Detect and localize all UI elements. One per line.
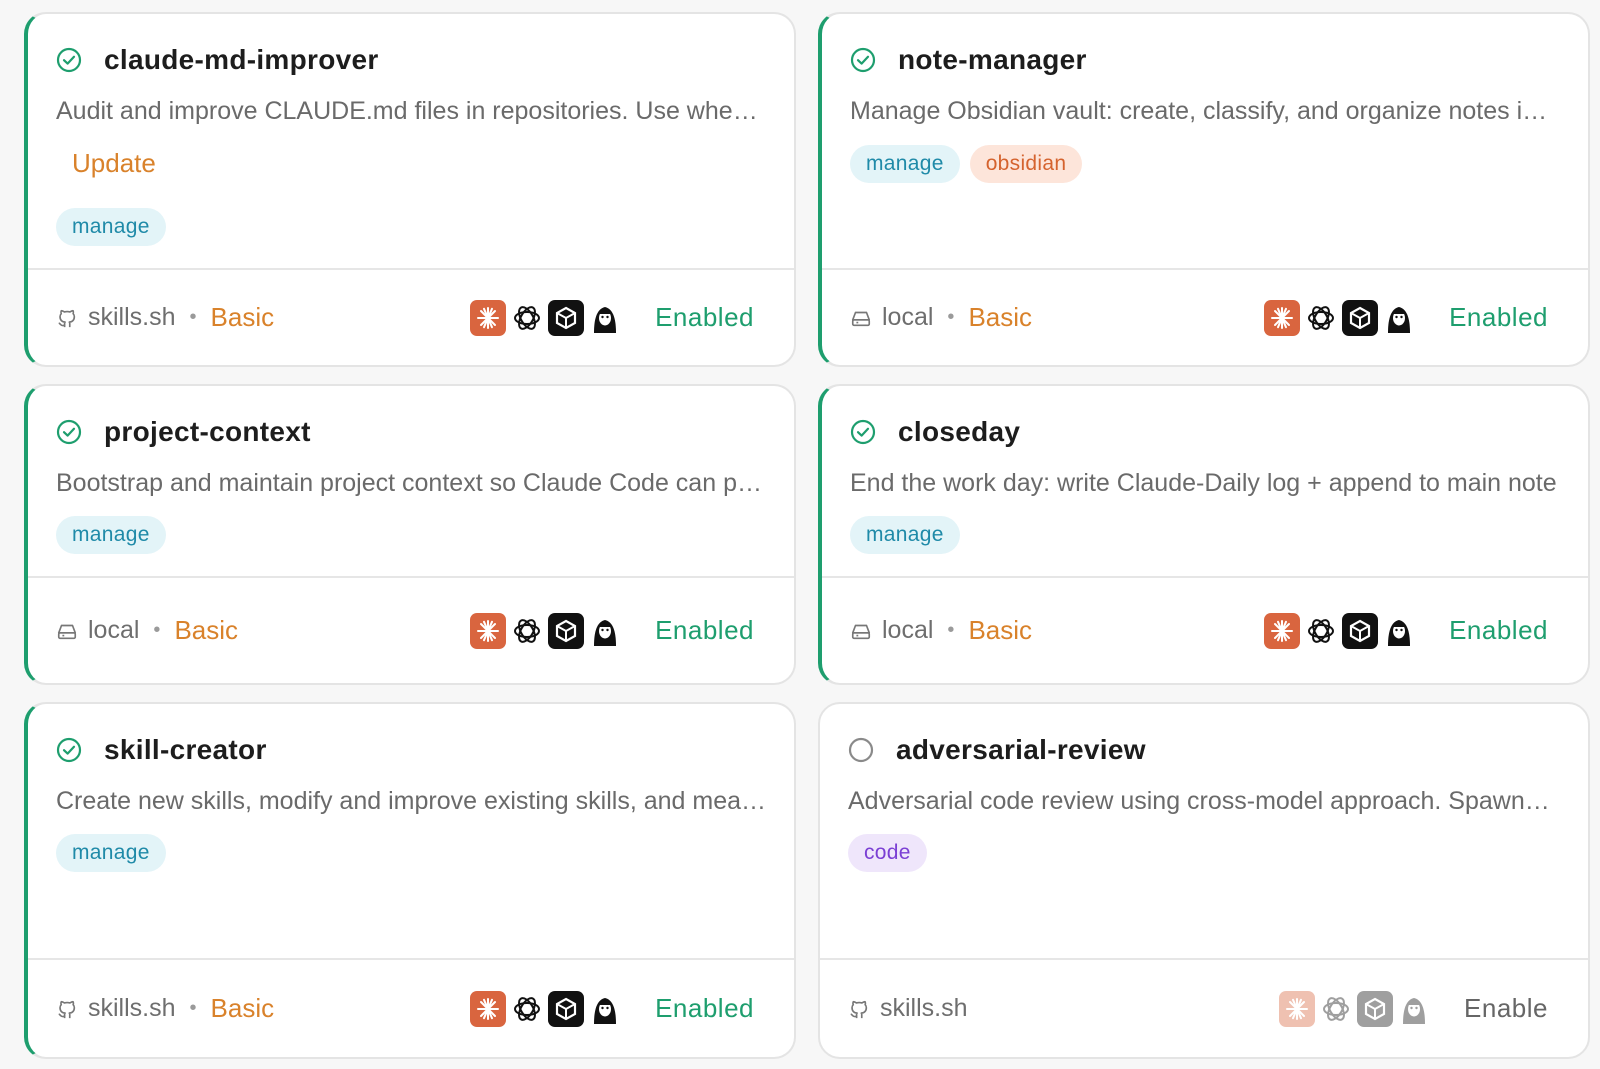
- level-label: Basic: [968, 302, 1033, 332]
- skill-card[interactable]: project-context Bootstrap and maintain p…: [24, 384, 796, 685]
- separator-dot: •: [947, 619, 955, 641]
- tag-obsidian[interactable]: obsidian: [969, 145, 1083, 183]
- check-circle-icon[interactable]: [850, 47, 876, 73]
- skill-description: Bootstrap and maintain project context s…: [56, 469, 766, 497]
- separator-dot: •: [189, 997, 197, 1019]
- level-label: Basic: [174, 615, 239, 645]
- openai-icon[interactable]: [509, 299, 546, 336]
- claude-icon[interactable]: [470, 299, 507, 336]
- tag-manage[interactable]: manage: [56, 834, 166, 872]
- source-text: skills.sh: [880, 994, 968, 1022]
- cube-agent-icon[interactable]: [548, 299, 585, 336]
- level-label: Basic: [968, 615, 1033, 645]
- agent-icons: [470, 299, 624, 336]
- cube-agent-icon[interactable]: [1342, 299, 1379, 336]
- enable-button[interactable]: Enable: [1464, 993, 1548, 1024]
- skill-card[interactable]: closeday End the work day: write Claude-…: [818, 384, 1590, 685]
- source-text: skills.sh: [88, 994, 176, 1022]
- openai-icon[interactable]: [509, 990, 546, 1027]
- avatar-agent-icon[interactable]: [1396, 990, 1433, 1027]
- skill-title: adversarial-review: [896, 734, 1146, 765]
- skill-description: Manage Obsidian vault: create, classify,…: [850, 97, 1560, 125]
- skill-description: Adversarial code review using cross-mode…: [848, 787, 1560, 815]
- tag-code[interactable]: code: [848, 834, 927, 872]
- enabled-toggle[interactable]: Enabled: [1449, 302, 1548, 333]
- skill-title: project-context: [104, 416, 311, 447]
- level-label: Basic: [210, 993, 275, 1023]
- separator-dot: •: [189, 306, 197, 328]
- tag-manage[interactable]: manage: [56, 516, 166, 554]
- check-circle-icon[interactable]: [56, 737, 82, 763]
- skill-description: Audit and improve CLAUDE.md files in rep…: [56, 97, 766, 125]
- skill-title: closeday: [898, 416, 1021, 447]
- claude-icon[interactable]: [470, 990, 507, 1027]
- avatar-agent-icon[interactable]: [587, 299, 624, 336]
- source-label: skills.sh • Basic: [56, 993, 274, 1024]
- claude-icon[interactable]: [470, 612, 507, 649]
- openai-icon[interactable]: [509, 612, 546, 649]
- agent-icons: [1264, 299, 1418, 336]
- separator-dot: •: [947, 306, 955, 328]
- check-circle-icon[interactable]: [850, 419, 876, 445]
- skill-description: End the work day: write Claude-Daily log…: [850, 469, 1557, 497]
- cube-agent-icon[interactable]: [548, 990, 585, 1027]
- source-text: local: [882, 616, 934, 644]
- skill-card[interactable]: note-manager Manage Obsidian vault: crea…: [818, 12, 1590, 367]
- avatar-agent-icon[interactable]: [587, 612, 624, 649]
- source-text: local: [88, 616, 140, 644]
- drive-icon: [850, 307, 872, 329]
- source-text: skills.sh: [88, 303, 176, 331]
- agent-icons: [470, 612, 624, 649]
- tag-manage[interactable]: manage: [850, 145, 960, 183]
- skill-description: Create new skills, modify and improve ex…: [56, 787, 766, 815]
- enabled-toggle[interactable]: Enabled: [1449, 615, 1548, 646]
- update-link[interactable]: Update: [72, 148, 156, 179]
- enabled-toggle[interactable]: Enabled: [655, 302, 754, 333]
- drive-icon: [850, 620, 872, 642]
- enabled-toggle[interactable]: Enabled: [655, 615, 754, 646]
- openai-icon[interactable]: [1303, 612, 1340, 649]
- source-label: local • Basic: [56, 615, 238, 646]
- level-label: Basic: [210, 302, 275, 332]
- avatar-agent-icon[interactable]: [1381, 299, 1418, 336]
- check-circle-icon[interactable]: [56, 419, 82, 445]
- claude-icon[interactable]: [1264, 612, 1301, 649]
- github-icon: [848, 998, 870, 1020]
- claude-icon[interactable]: [1279, 990, 1316, 1027]
- avatar-agent-icon[interactable]: [1381, 612, 1418, 649]
- source-text: local: [882, 303, 934, 331]
- cube-agent-icon[interactable]: [1342, 612, 1379, 649]
- openai-icon[interactable]: [1318, 990, 1355, 1027]
- drive-icon: [56, 620, 78, 642]
- agent-icons: [1264, 612, 1418, 649]
- skill-title: skill-creator: [104, 734, 267, 765]
- skill-card[interactable]: claude-md-improver Audit and improve CLA…: [24, 12, 796, 367]
- agent-icons: [1279, 990, 1433, 1027]
- source-label: local • Basic: [850, 615, 1032, 646]
- cube-agent-icon[interactable]: [1357, 990, 1394, 1027]
- cube-agent-icon[interactable]: [548, 612, 585, 649]
- skill-title: note-manager: [898, 44, 1087, 75]
- check-circle-icon[interactable]: [56, 47, 82, 73]
- skill-card[interactable]: skill-creator Create new skills, modify …: [24, 702, 796, 1059]
- github-icon: [56, 998, 78, 1020]
- separator-dot: •: [153, 619, 161, 641]
- skill-title: claude-md-improver: [104, 44, 379, 75]
- source-label: skills.sh • Basic: [56, 302, 274, 333]
- avatar-agent-icon[interactable]: [587, 990, 624, 1027]
- source-label: local • Basic: [850, 302, 1032, 333]
- tag-manage[interactable]: manage: [850, 516, 960, 554]
- source-label: skills.sh: [848, 994, 968, 1023]
- github-icon: [56, 307, 78, 329]
- tag-manage[interactable]: manage: [56, 208, 166, 246]
- empty-circle-icon[interactable]: [848, 737, 874, 763]
- openai-icon[interactable]: [1303, 299, 1340, 336]
- skill-card[interactable]: adversarial-review Adversarial code revi…: [818, 702, 1590, 1059]
- claude-icon[interactable]: [1264, 299, 1301, 336]
- enabled-toggle[interactable]: Enabled: [655, 993, 754, 1024]
- agent-icons: [470, 990, 624, 1027]
